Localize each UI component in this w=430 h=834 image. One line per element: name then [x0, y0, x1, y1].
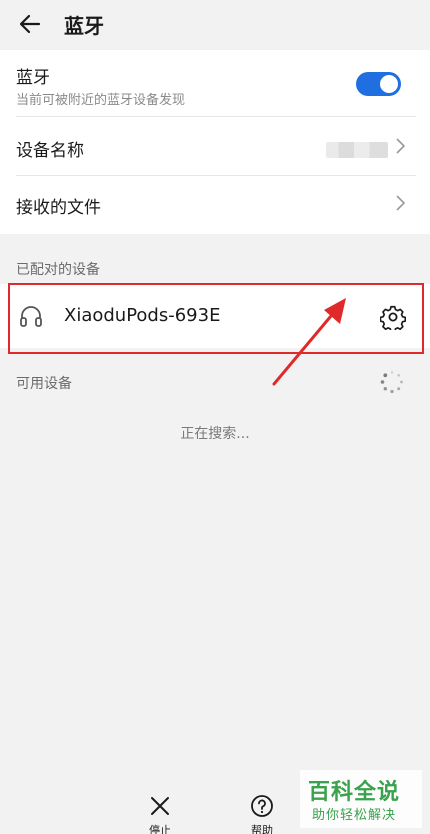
toggle-knob [380, 75, 398, 93]
help-button[interactable]: 帮助 [232, 794, 292, 834]
highlight-box [8, 283, 424, 354]
available-devices-header: 可用设备 [16, 376, 72, 392]
stop-label: 停止 [149, 824, 171, 834]
bluetooth-toggle-row[interactable]: 蓝牙 当前可被附近的蓝牙设备发现 [0, 50, 430, 116]
watermark-main: 百科全说 [308, 780, 401, 805]
chevron-right-icon [396, 138, 406, 154]
bluetooth-settings-card: 蓝牙 当前可被附近的蓝牙设备发现 设备名称 接收的文件 [0, 50, 430, 234]
top-bar: 蓝牙 [0, 0, 430, 48]
page-title: 蓝牙 [64, 14, 104, 38]
received-files-row[interactable]: 接收的文件 [0, 176, 430, 234]
loading-spinner-icon [380, 371, 403, 394]
close-icon [151, 797, 169, 815]
watermark: 百科全说 助你轻松解决 [300, 770, 422, 828]
watermark-sub: 助你轻松解决 [312, 808, 397, 823]
chevron-right-icon [396, 195, 406, 211]
device-name-label: 设备名称 [16, 141, 84, 161]
received-files-label: 接收的文件 [16, 198, 101, 218]
paired-devices-header: 已配对的设备 [16, 262, 100, 278]
back-arrow-icon [19, 14, 41, 34]
back-button[interactable] [14, 8, 46, 40]
stop-button[interactable]: 停止 [130, 794, 190, 834]
annotation-arrow [272, 298, 346, 386]
device-name-row[interactable]: 设备名称 [0, 117, 430, 175]
bluetooth-toggle[interactable] [356, 72, 401, 96]
help-icon [251, 795, 273, 817]
help-label: 帮助 [251, 824, 273, 834]
bluetooth-label: 蓝牙 [16, 68, 50, 88]
device-name-value-blurred [326, 142, 388, 158]
searching-status: 正在搜索... [180, 426, 250, 442]
bluetooth-subtitle: 当前可被附近的蓝牙设备发现 [16, 93, 186, 108]
